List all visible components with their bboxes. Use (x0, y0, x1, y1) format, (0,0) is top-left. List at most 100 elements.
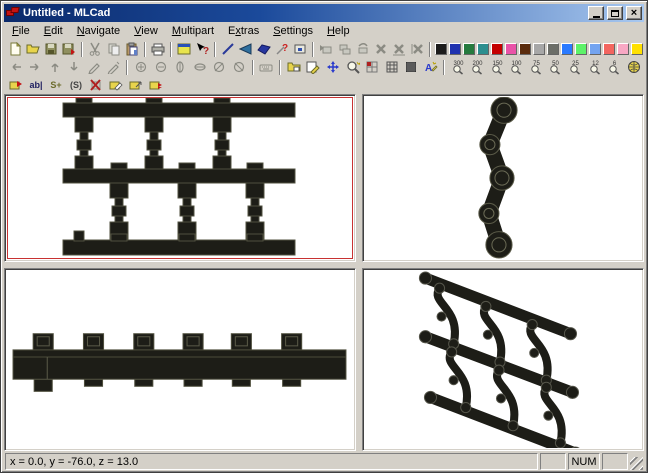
zoom-150-button[interactable]: 150 (488, 59, 508, 76)
draw-to-selection-button[interactable]: A (421, 59, 441, 76)
separator (428, 41, 431, 57)
rotate-command-button[interactable] (126, 77, 146, 94)
move-down-button[interactable] (65, 59, 85, 76)
menu-item-settings[interactable]: Settings (266, 23, 320, 39)
close-button[interactable]: × (626, 6, 642, 20)
color-swatch-12[interactable] (602, 43, 615, 55)
zoom-50-button[interactable]: 50 (546, 59, 566, 76)
zoom-25-button[interactable]: 25 (566, 59, 586, 76)
paste-button[interactable] (123, 41, 141, 58)
save-as-button[interactable] (60, 41, 78, 58)
draw-box-button[interactable] (291, 41, 309, 58)
close-icon: × (630, 7, 638, 19)
viewport-top-left[interactable] (4, 94, 356, 262)
open-button[interactable] (24, 41, 42, 58)
insert-comment-button[interactable] (6, 77, 26, 94)
select-mode-button[interactable] (304, 59, 324, 76)
menu-item-file[interactable]: File (5, 23, 37, 39)
parts-tree-button[interactable] (284, 59, 304, 76)
color-swatch-11[interactable] (588, 43, 601, 55)
menu-item-multipart[interactable]: Multipart (165, 23, 221, 39)
keyboard-entry-button[interactable] (257, 59, 277, 76)
system-info-button[interactable] (175, 41, 193, 58)
color-swatch-2[interactable] (462, 43, 475, 55)
clear-command-button[interactable] (86, 77, 106, 94)
viewport-top-left-canvas[interactable] (7, 97, 353, 259)
draw-triangle-button[interactable] (237, 41, 255, 58)
viewport-bottom-right-canvas[interactable] (365, 271, 641, 448)
viewport-bottom-left-canvas[interactable] (7, 271, 353, 448)
color-swatch-10[interactable] (574, 43, 587, 55)
zoom-75-button[interactable]: 75 (527, 59, 547, 76)
menu-item-view[interactable]: View (127, 23, 165, 39)
color-swatch-13[interactable] (616, 43, 629, 55)
menu-item-help[interactable]: Help (320, 23, 357, 39)
draw-optional-line-button[interactable]: ? (273, 41, 291, 58)
menu-item-navigate[interactable]: Navigate (70, 23, 127, 39)
move-left-button[interactable] (6, 59, 26, 76)
coarse-grid-button[interactable] (362, 59, 382, 76)
viewport-top-right-canvas[interactable] (365, 97, 641, 259)
color-swatch-3[interactable] (476, 43, 489, 55)
rotate-x-minus-button[interactable] (151, 59, 171, 76)
new-button[interactable] (6, 41, 24, 58)
rotate-y-minus-button[interactable] (190, 59, 210, 76)
color-swatch-4[interactable] (490, 43, 503, 55)
menu-item-extras[interactable]: Extras (221, 23, 266, 39)
buffer-exchange-button[interactable] (146, 77, 166, 94)
color-swatch-5[interactable] (504, 43, 517, 55)
zoom-mode-button[interactable] (343, 59, 363, 76)
print-button[interactable] (149, 41, 167, 58)
move-right-button[interactable] (26, 59, 46, 76)
viewport-bottom-left[interactable] (4, 268, 356, 451)
cut-button[interactable] (86, 41, 104, 58)
insert-rotation-step-button[interactable]: (S) (66, 77, 86, 94)
color-swatch-7[interactable] (532, 43, 545, 55)
zoom-100-button[interactable]: 100 (507, 59, 527, 76)
title-bar[interactable]: Untitled - MLCad × (4, 4, 644, 22)
color-swatch-1[interactable] (448, 43, 461, 55)
resize-grip[interactable] (630, 457, 643, 470)
copy-button[interactable] (104, 41, 122, 58)
show-part-button[interactable] (354, 41, 372, 58)
draw-quad-button[interactable] (255, 41, 273, 58)
rotate-y-plus-button[interactable] (170, 59, 190, 76)
color-swatch-9[interactable] (560, 43, 573, 55)
zoom-fit-button[interactable] (624, 59, 644, 76)
color-swatch-14[interactable] (630, 43, 643, 55)
viewport-top-right[interactable] (362, 94, 644, 262)
color-swatch-6[interactable] (518, 43, 531, 55)
delete-step-button[interactable] (390, 41, 408, 58)
delete-group-button[interactable] (408, 41, 426, 58)
snap-button[interactable] (84, 59, 104, 76)
draw-line-button[interactable] (219, 41, 237, 58)
menu-item-edit[interactable]: Edit (37, 23, 70, 39)
maximize-button[interactable] (607, 6, 623, 20)
snap-fine-button[interactable] (104, 59, 124, 76)
color-swatch-8[interactable] (546, 43, 559, 55)
zoom-300-button[interactable]: 300 (448, 59, 468, 76)
medium-grid-button[interactable] (382, 59, 402, 76)
save-button[interactable] (42, 41, 60, 58)
hide-part-button[interactable] (336, 41, 354, 58)
insert-step-button[interactable]: S+ (46, 77, 66, 94)
minimize-button[interactable] (588, 6, 604, 20)
viewport-bottom-right[interactable] (362, 268, 644, 451)
move-mode-button[interactable] (323, 59, 343, 76)
insert-text-button[interactable]: ab| (26, 77, 46, 94)
edit-command-button[interactable] (106, 77, 126, 94)
fine-grid-button[interactable] (401, 59, 421, 76)
zoom-12-button[interactable]: 12 (585, 59, 605, 76)
status-panel-2 (602, 453, 628, 470)
move-up-button[interactable] (45, 59, 65, 76)
rotate-z-minus-button[interactable] (229, 59, 249, 76)
zoom-6-button[interactable]: 6 (605, 59, 625, 76)
zoom-200-button[interactable]: 200 (468, 59, 488, 76)
delete-button[interactable] (372, 41, 390, 58)
insert-part-button[interactable] (317, 41, 335, 58)
color-swatch-0[interactable] (434, 43, 447, 55)
context-help-button[interactable]: ? (193, 41, 211, 58)
scissors-icon (90, 42, 101, 56)
rotate-z-plus-button[interactable] (209, 59, 229, 76)
rotate-x-plus-button[interactable] (131, 59, 151, 76)
